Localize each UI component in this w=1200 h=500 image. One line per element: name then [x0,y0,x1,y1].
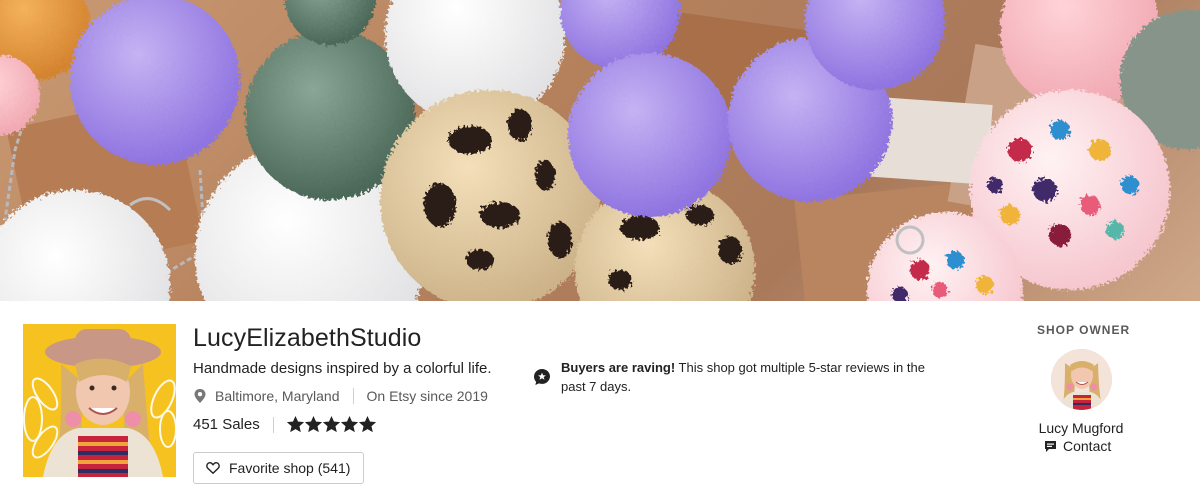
shop-stats: 451 Sales [193,416,376,433]
shop-avatar[interactable] [23,324,176,477]
owner-portrait-image [1051,349,1112,410]
shop-since: On Etsy since 2019 [366,388,488,404]
shop-sales: 451 Sales [193,416,260,433]
shop-name: LucyElizabethStudio [193,324,422,352]
star-icon [286,416,304,433]
owner-name[interactable]: Lucy Mugford [1010,420,1152,436]
shop-rating-stars[interactable] [286,416,376,433]
star-icon [304,416,322,433]
shop-banner [0,0,1200,301]
shop-owner-label: SHOP OWNER [1037,323,1131,337]
star-icon [358,416,376,433]
shop-owner-portrait-image [23,324,176,477]
shop-tagline: Handmade designs inspired by a colorful … [193,360,492,377]
star-badge-icon [534,369,550,385]
favorite-shop-button[interactable]: Favorite shop (541) [193,452,364,484]
heart-icon [206,462,220,474]
shop-meta: Baltimore, Maryland On Etsy since 2019 [193,388,488,404]
contact-owner-link[interactable]: Contact [1044,438,1111,454]
pom-pom-banner-image [0,0,1200,301]
contact-label: Contact [1063,438,1112,454]
raving-title: Buyers are raving! [561,360,676,375]
owner-avatar[interactable] [1051,349,1112,410]
favorite-shop-label: Favorite shop (541) [229,460,351,476]
star-icon [340,416,358,433]
raving-text: Buyers are raving! This shop got multipl… [561,358,946,396]
shop-location: Baltimore, Maryland [215,388,340,404]
message-icon [1045,440,1056,452]
star-icon [322,416,340,433]
stats-divider [272,416,274,433]
location-pin-icon [194,389,206,403]
meta-divider [352,388,354,404]
shop-header: LucyElizabethStudio Handmade designs ins… [0,301,1200,500]
